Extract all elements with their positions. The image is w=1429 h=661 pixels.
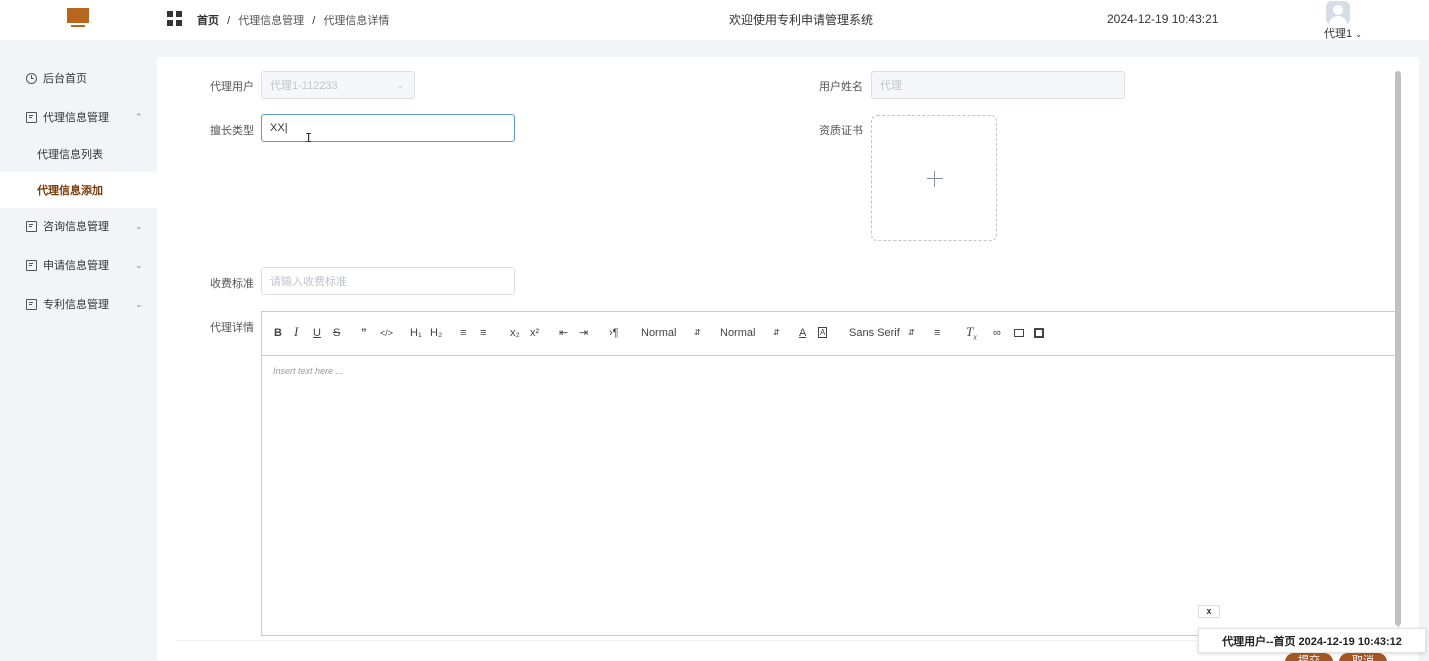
chevron-down-icon: ⌄ xyxy=(396,80,404,90)
size-picker[interactable]: Normal ⇵ xyxy=(720,327,780,339)
sidebar-item-agent-list[interactable]: 代理信息列表 xyxy=(0,136,157,172)
background-color-icon[interactable]: A xyxy=(818,327,828,338)
sidebar: 后台首页 代理信息管理 ⌃ 代理信息列表 代理信息添加 咨询信息管理 ⌄ 申请信… xyxy=(0,40,157,661)
fee-input[interactable]: 请输入收费标准 xyxy=(261,267,515,295)
underline-icon[interactable]: U xyxy=(313,327,321,339)
menu-grid-icon[interactable] xyxy=(167,11,182,26)
card-icon xyxy=(26,298,37,310)
card-icon xyxy=(26,259,37,271)
agent-user-label: 代理用户 xyxy=(210,81,254,93)
text-cursor-icon: I xyxy=(305,131,313,145)
card-icon xyxy=(26,111,37,123)
agent-user-value: 代理1-112233 xyxy=(270,80,338,92)
scrollbar[interactable] xyxy=(1395,71,1401,626)
editor-toolbar: B I U S ” </> H₁ H₂ ≡ ≡ x₂ x² ⇤ ⇥ ›¶ Nor… xyxy=(262,312,1398,356)
font-picker[interactable]: Sans Serif ⇵ xyxy=(849,327,915,339)
sidebar-item-consult-management[interactable]: 咨询信息管理 ⌄ xyxy=(0,208,157,244)
italic-icon[interactable]: I xyxy=(294,325,298,338)
user-name-label: 用户姓名 xyxy=(819,81,863,93)
breadcrumb-separator: / xyxy=(227,15,231,27)
header-2-icon[interactable]: H₂ xyxy=(430,327,442,339)
sidebar-item-label: 专利信息管理 xyxy=(43,299,109,311)
chevron-up-icon: ⌃ xyxy=(135,112,143,122)
notification-close-button[interactable]: x xyxy=(1198,605,1220,618)
video-icon[interactable] xyxy=(1034,328,1044,338)
user-name-field[interactable]: 代理 xyxy=(871,71,1125,99)
sidebar-item-application-management[interactable]: 申请信息管理 ⌄ xyxy=(0,247,157,283)
superscript-icon[interactable]: x² xyxy=(530,327,539,339)
bold-icon[interactable]: B xyxy=(274,327,282,339)
blockquote-icon[interactable]: ” xyxy=(361,327,367,339)
header-picker[interactable]: Normal ⇵ xyxy=(641,327,701,339)
notification-toast: 代理用户--首页 2024-12-19 10:43:12 xyxy=(1198,628,1426,653)
breadcrumb-current: 代理信息详情 xyxy=(323,15,390,27)
sidebar-item-agent-add[interactable]: 代理信息添加 xyxy=(0,172,157,208)
fee-placeholder: 请输入收费标准 xyxy=(270,276,347,288)
sidebar-item-patent-management[interactable]: 专利信息管理 ⌄ xyxy=(0,286,157,322)
chevron-down-icon: ⌄ xyxy=(135,299,143,309)
indent-icon[interactable]: ⇥ xyxy=(579,327,588,339)
fee-label: 收费标准 xyxy=(210,278,254,290)
specialty-label: 擅长类型 xyxy=(210,125,254,137)
chevron-down-icon: ⌄ xyxy=(1355,30,1362,39)
sidebar-item-label: 后台首页 xyxy=(43,73,87,85)
breadcrumb-home[interactable]: 首页 xyxy=(197,15,219,27)
user-name-value: 代理 xyxy=(880,80,902,92)
header-picker-value: Normal xyxy=(641,327,677,339)
plus-icon xyxy=(927,171,943,187)
font-picker-value: Sans Serif xyxy=(849,327,900,339)
specialty-input[interactable]: XX | xyxy=(261,114,515,142)
size-picker-value: Normal xyxy=(720,327,756,339)
sidebar-item-label: 代理信息管理 xyxy=(43,112,109,124)
updown-arrow-icon: ⇵ xyxy=(908,328,915,337)
bullet-list-icon[interactable]: ≡ xyxy=(480,327,486,339)
certificate-upload[interactable] xyxy=(871,115,997,241)
specialty-value: XX xyxy=(270,122,285,134)
header-1-icon[interactable]: H₁ xyxy=(410,327,422,339)
image-icon[interactable] xyxy=(1014,329,1024,337)
sidebar-item-label: 代理信息添加 xyxy=(37,185,103,197)
current-datetime: 2024-12-19 10:43:21 xyxy=(1107,12,1219,26)
breadcrumb-section[interactable]: 代理信息管理 xyxy=(238,15,304,27)
code-block-icon[interactable]: </> xyxy=(380,327,393,339)
sidebar-item-label: 申请信息管理 xyxy=(43,260,109,272)
avatar[interactable] xyxy=(1326,1,1350,25)
card-icon xyxy=(26,220,37,232)
text-direction-icon[interactable]: ›¶ xyxy=(609,327,619,339)
link-icon[interactable]: ∞ xyxy=(993,327,1001,339)
chevron-down-icon: ⌄ xyxy=(135,260,143,270)
chevron-down-icon: ⌄ xyxy=(135,221,143,231)
breadcrumb-separator: / xyxy=(312,15,316,27)
welcome-text: 欢迎使用专利申请管理系统 xyxy=(729,13,874,27)
ordered-list-icon[interactable]: ≡ xyxy=(460,327,466,339)
user-dropdown[interactable]: 代理1 ⌄ xyxy=(1324,25,1362,41)
sidebar-item-label: 代理信息列表 xyxy=(37,149,103,161)
sidebar-item-dashboard[interactable]: 后台首页 xyxy=(0,60,157,96)
divider xyxy=(176,640,1196,641)
align-icon[interactable]: ≡ xyxy=(934,327,940,339)
clock-icon xyxy=(26,72,37,84)
sidebar-item-label: 咨询信息管理 xyxy=(43,221,109,233)
cancel-button[interactable]: 取消 xyxy=(1339,653,1387,661)
logo[interactable] xyxy=(67,8,89,30)
editor-placeholder[interactable]: Insert text here ... xyxy=(273,366,343,376)
submit-button[interactable]: 提交 xyxy=(1285,653,1333,661)
detail-label: 代理详情 xyxy=(210,322,254,334)
updown-arrow-icon: ⇵ xyxy=(694,328,701,337)
agent-user-select[interactable]: 代理1-112233 ⌄ xyxy=(261,71,415,99)
sidebar-item-agent-management[interactable]: 代理信息管理 ⌃ xyxy=(0,99,157,135)
subscript-icon[interactable]: x₂ xyxy=(510,327,520,339)
user-name: 代理1 xyxy=(1324,28,1353,40)
strikethrough-icon[interactable]: S xyxy=(333,327,340,339)
outdent-icon[interactable]: ⇤ xyxy=(559,327,568,339)
updown-arrow-icon: ⇵ xyxy=(773,328,780,337)
certificate-label: 资质证书 xyxy=(819,125,863,137)
rich-text-editor: B I U S ” </> H₁ H₂ ≡ ≡ x₂ x² ⇤ ⇥ ›¶ Nor… xyxy=(261,311,1399,636)
top-header: 首页 / 代理信息管理 / 代理信息详情 欢迎使用专利申请管理系统 2024-1… xyxy=(0,0,1429,40)
notification-text: 代理用户--首页 2024-12-19 10:43:12 xyxy=(1222,635,1402,648)
breadcrumb: 首页 / 代理信息管理 / 代理信息详情 xyxy=(197,12,389,28)
text-color-icon[interactable]: A xyxy=(799,327,806,339)
clear-format-icon[interactable]: Tx xyxy=(966,325,977,344)
